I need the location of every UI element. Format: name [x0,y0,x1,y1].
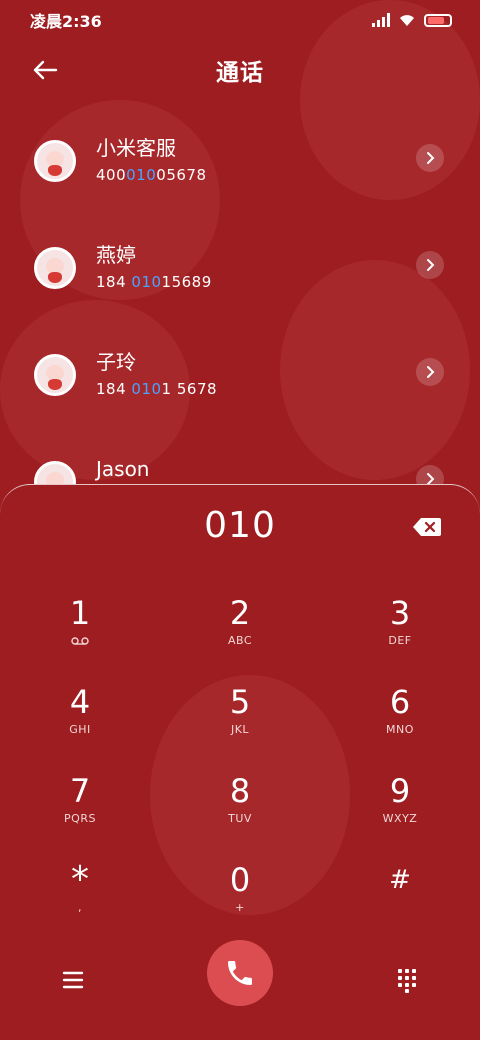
dialer-bottom-bar [0,940,480,1040]
avatar [34,247,76,289]
header: 通话 [0,48,480,92]
phone-icon [228,961,252,985]
chevron-right-icon [427,366,435,378]
contact-number: 184 0101 5678 [96,380,218,398]
key-letters: + [235,901,245,914]
contact-detail-button[interactable] [416,358,444,386]
avatar [34,354,76,396]
key-letters: MNO [386,723,414,736]
key-4[interactable]: 4 GHI [0,682,160,771]
contact-item[interactable]: 燕婷 184 01015689 [0,227,480,334]
key-digit: # [389,865,411,895]
page-title: 通话 [216,60,264,86]
key-0[interactable]: 0 + [160,860,320,949]
back-arrow-icon [33,60,58,80]
key-letters: WXYZ [382,812,418,825]
key-letters: JKL [230,723,250,736]
signal-icon [372,13,390,27]
key-star[interactable]: * , [0,860,160,949]
chevron-right-icon [427,152,435,164]
dialer-panel: 010 1 2 ABC 3 DEF 4 GHI 5 JKL 6 MNO 7 PQ… [0,484,480,1040]
contact-number: 40001005678 [96,166,207,184]
contact-detail-button[interactable] [416,251,444,279]
contact-name: 子玲 [96,350,136,374]
status-time: 凌晨2:36 [30,12,102,31]
status-icons [372,13,452,27]
key-2[interactable]: 2 ABC [160,593,320,682]
key-9[interactable]: 9 WXYZ [320,771,480,860]
key-digit: 3 [389,594,411,632]
avatar [34,140,76,182]
key-letters: , [78,901,82,914]
key-letters: GHI [69,723,91,736]
key-7[interactable]: 7 PQRS [0,771,160,860]
key-digit: 0 [229,861,251,899]
key-digit: 8 [229,772,251,810]
key-letters: ABC [227,634,253,647]
contact-name: Jason [96,457,150,481]
voicemail-icon [71,637,89,645]
key-8[interactable]: 8 TUV [160,771,320,860]
contact-number: 184 01015689 [96,273,212,291]
key-3[interactable]: 3 DEF [320,593,480,682]
keypad: 1 2 ABC 3 DEF 4 GHI 5 JKL 6 MNO 7 PQRS 8… [0,593,480,949]
key-letters: TUV [228,812,252,825]
contact-detail-button[interactable] [416,144,444,172]
key-6[interactable]: 6 MNO [320,682,480,771]
key-digit: 4 [69,683,91,721]
key-hash[interactable]: # [320,860,480,949]
wifi-icon [400,15,414,26]
contact-item[interactable]: 子玲 184 0101 5678 [0,334,480,441]
key-digit: 5 [229,683,251,721]
key-digit: 9 [389,772,411,810]
contact-name: 燕婷 [96,243,136,267]
key-1[interactable]: 1 [0,593,160,682]
contact-name: 小米客服 [96,136,176,160]
key-digit: * [71,859,89,900]
contact-item[interactable]: 小米客服 40001005678 [0,120,480,227]
call-button[interactable] [207,940,273,1006]
key-digit: 2 [229,594,251,632]
key-digit: 6 [389,683,411,721]
dial-input: 010 [204,505,276,546]
key-digit: 7 [69,772,91,810]
menu-icon[interactable] [62,970,84,990]
key-digit: 1 [69,594,91,632]
status-bar: 凌晨2:36 [0,0,480,40]
key-5[interactable]: 5 JKL [160,682,320,771]
backspace-icon[interactable] [412,517,442,537]
battery-icon [424,13,452,27]
back-button[interactable] [30,56,60,84]
chevron-right-icon [427,259,435,271]
keypad-toggle-icon[interactable] [397,968,417,994]
key-letters: DEF [388,634,412,647]
key-letters: PQRS [64,812,96,825]
